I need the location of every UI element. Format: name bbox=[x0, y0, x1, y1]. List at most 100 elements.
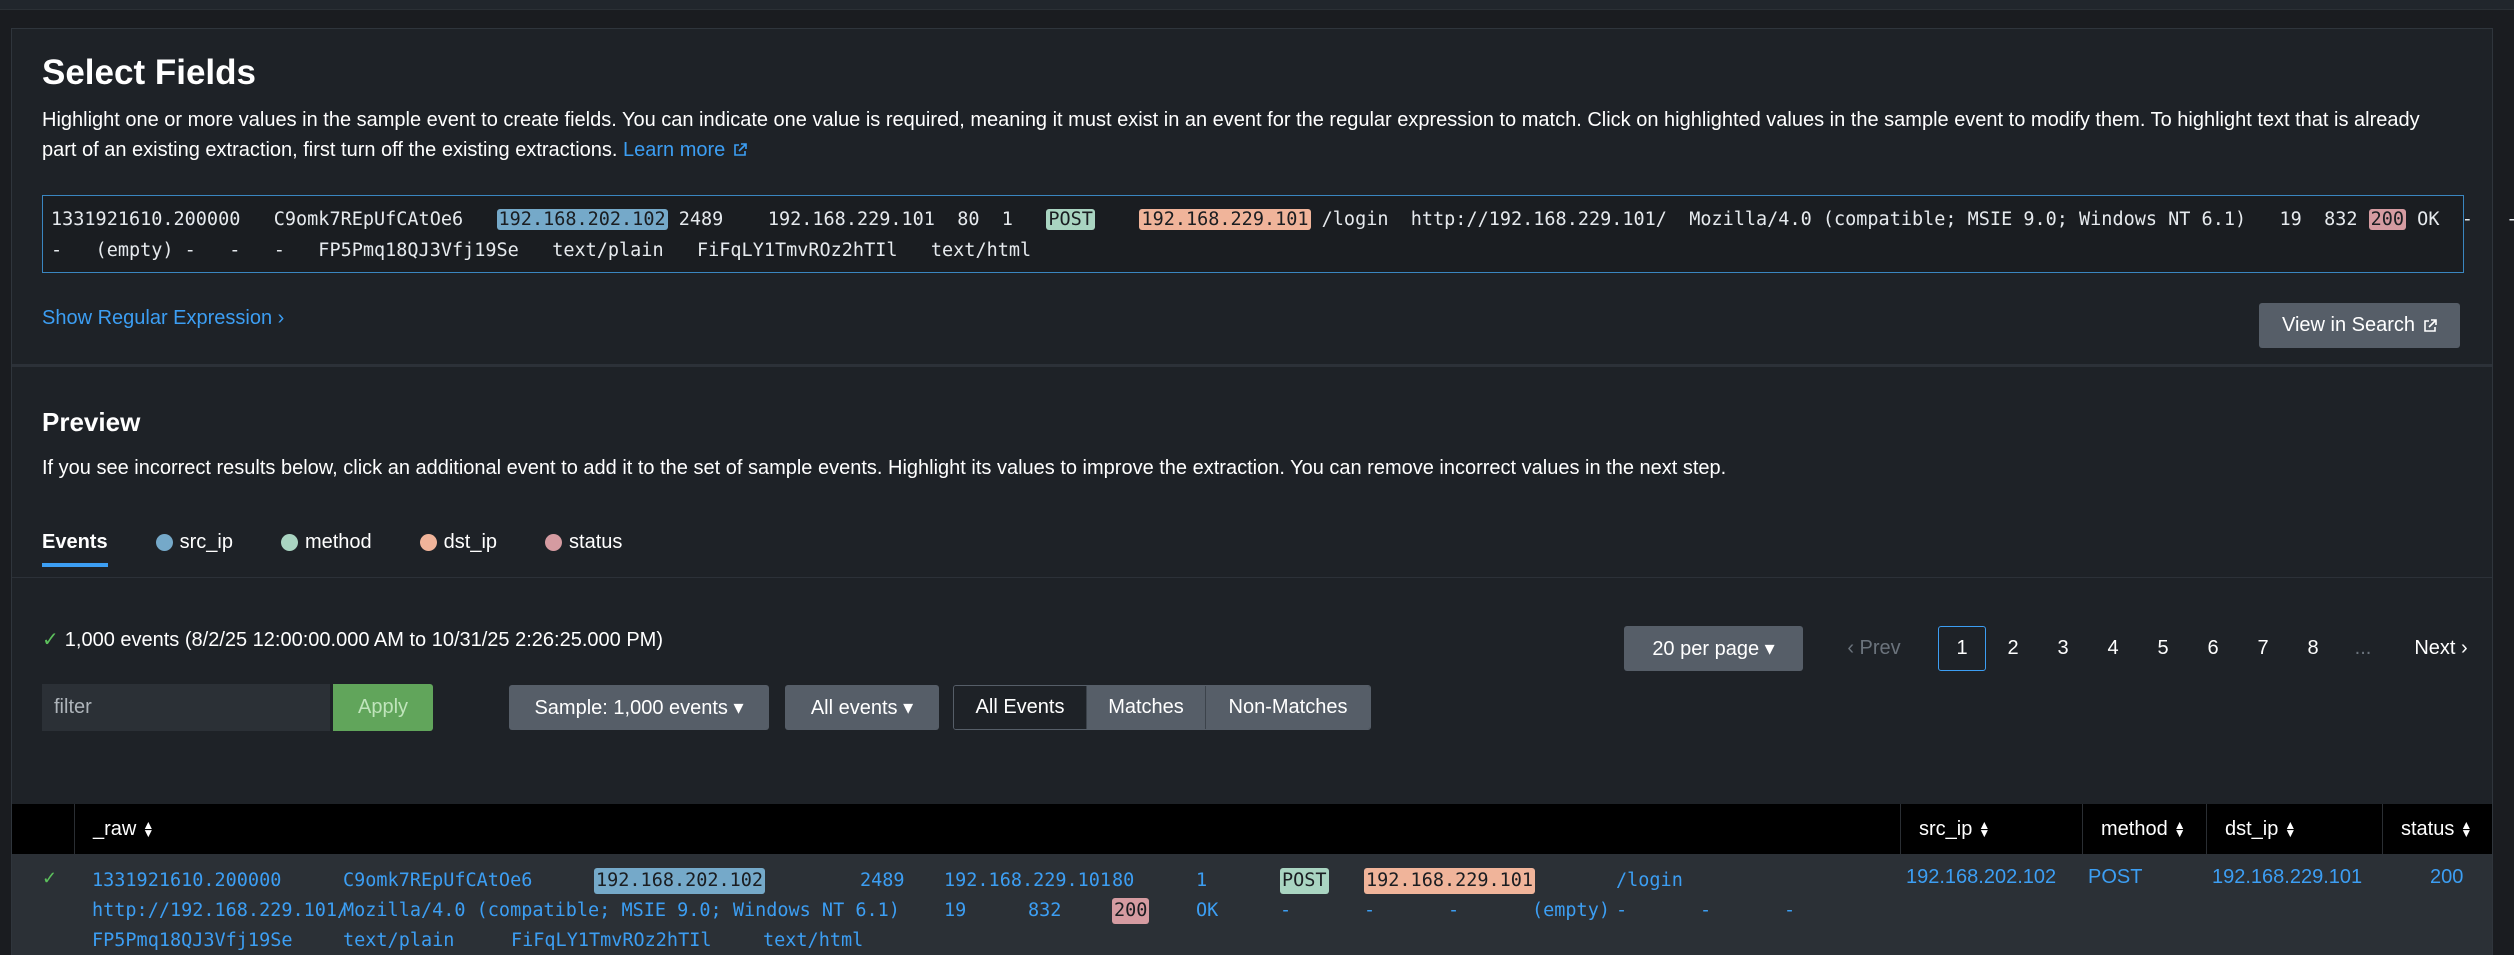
match-filter-segmented: All Events Matches Non-Matches bbox=[953, 685, 1371, 730]
show-regex-link[interactable]: Show Regular Expression › bbox=[42, 307, 284, 330]
tab-src-ip[interactable]: src_ip bbox=[155, 531, 233, 567]
events-count: ✓ 1,000 events (8/2/25 12:00:00.000 AM to… bbox=[42, 627, 663, 652]
next-page-button[interactable]: Next › bbox=[2396, 626, 2486, 671]
status-dot-icon bbox=[545, 534, 563, 551]
raw-token: FiFqLY1TmvROz2hTIl bbox=[511, 930, 712, 951]
top-bar bbox=[0, 0, 2514, 10]
raw-token: 1 bbox=[1196, 870, 1208, 891]
raw-token: 192.168.229.101 bbox=[944, 870, 1112, 891]
all-events-toggle[interactable]: All Events bbox=[954, 686, 1086, 729]
filter-input[interactable] bbox=[42, 684, 330, 731]
matches-toggle[interactable]: Matches bbox=[1086, 686, 1205, 729]
check-icon: ✓ bbox=[42, 629, 59, 651]
learn-more-link[interactable]: Learn more bbox=[623, 139, 748, 161]
raw-token: - bbox=[1280, 900, 1292, 921]
raw-token: C9omk7REpUfCAtOe6 bbox=[343, 870, 533, 891]
sort-icon: ▲ ▼ bbox=[2460, 818, 2473, 840]
page-4[interactable]: 4 bbox=[2088, 626, 2138, 671]
highlight-src-ip[interactable]: 192.168.202.102 bbox=[496, 209, 668, 230]
highlight-status[interactable]: 200 bbox=[1112, 898, 1150, 924]
table-header: _raw ▲ ▼ src_ip ▲ ▼ method ▲ ▼ dst_ip ▲ ▼ status… bbox=[12, 804, 2492, 854]
external-link-icon bbox=[2424, 318, 2437, 332]
cell-status[interactable]: 200 bbox=[2430, 866, 2463, 889]
raw-line-3: FP5Pmq18QJ3Vfj19Se text/plain FiFqLY1Tmv… bbox=[92, 926, 863, 955]
sort-icon: ▲ ▼ bbox=[1978, 818, 1991, 840]
raw-token: 80 bbox=[1112, 870, 1135, 891]
highlight-src-ip[interactable]: 192.168.202.102 bbox=[594, 868, 766, 894]
raw-token: - bbox=[1364, 900, 1376, 921]
raw-token: http://192.168.229.101/ bbox=[92, 900, 349, 921]
tab-method[interactable]: method bbox=[280, 531, 372, 567]
events-count-text: 1,000 events (8/2/25 12:00:00.000 AM to … bbox=[64, 629, 663, 651]
raw-token: - bbox=[1784, 900, 1796, 921]
non-matches-toggle[interactable]: Non-Matches bbox=[1205, 686, 1370, 729]
tab-label: status bbox=[569, 531, 623, 553]
select-fields-title: Select Fields bbox=[42, 53, 256, 92]
raw-token: (empty) bbox=[1532, 900, 1610, 921]
description-text: Highlight one or more values in the samp… bbox=[42, 109, 2420, 161]
raw-token: - bbox=[1448, 900, 1460, 921]
per-page-dropdown[interactable]: 20 per page ▾ bbox=[1624, 626, 1803, 671]
apply-button[interactable]: Apply bbox=[333, 684, 433, 731]
tab-dst-ip[interactable]: dst_ip bbox=[419, 531, 498, 567]
sample-dropdown[interactable]: Sample: 1,000 events ▾ bbox=[509, 685, 769, 730]
page-8[interactable]: 8 bbox=[2288, 626, 2338, 671]
tab-label: src_ip bbox=[179, 531, 233, 553]
all-events-dropdown[interactable]: All events ▾ bbox=[785, 685, 939, 730]
raw-token: Mozilla/4.0 (compatible; MSIE 9.0; Windo… bbox=[343, 900, 900, 921]
page-5[interactable]: 5 bbox=[2138, 626, 2188, 671]
header-src-ip[interactable]: src_ip ▲ ▼ bbox=[1901, 804, 2083, 854]
view-in-search-label: View in Search bbox=[2281, 314, 2416, 336]
column-label: dst_ip bbox=[2225, 817, 2279, 840]
page-3[interactable]: 3 bbox=[2038, 626, 2088, 671]
field-extractor-panel: Select Fields Highlight one or more valu… bbox=[11, 28, 2514, 955]
event-text: OK - - bbox=[2406, 209, 2514, 230]
header-check-column bbox=[12, 804, 75, 854]
tab-label: dst_ip bbox=[443, 531, 498, 553]
highlight-dst-ip[interactable]: 192.168.229.101 bbox=[1139, 209, 1311, 230]
page-2[interactable]: 2 bbox=[1988, 626, 2038, 671]
page-6[interactable]: 6 bbox=[2188, 626, 2238, 671]
sort-icon: ▲ ▼ bbox=[142, 818, 155, 840]
select-fields-description: Highlight one or more values in the samp… bbox=[42, 105, 2452, 165]
raw-token: 1331921610.200000 bbox=[92, 870, 282, 891]
external-link-icon bbox=[734, 143, 748, 156]
header-dst-ip[interactable]: dst_ip ▲ ▼ bbox=[2207, 804, 2383, 854]
event-text: 1331921610.200000 C9omk7REpUfCAtOe6 bbox=[51, 209, 497, 230]
sort-icon: ▲ ▼ bbox=[2284, 818, 2297, 840]
method-dot-icon bbox=[280, 534, 298, 551]
raw-token: - bbox=[1616, 900, 1628, 921]
cell-method[interactable]: POST bbox=[2088, 866, 2142, 889]
prev-page-button[interactable]: ‹ Prev bbox=[1824, 626, 1924, 671]
src-ip-dot-icon bbox=[155, 534, 173, 551]
highlight-method[interactable]: POST bbox=[1280, 868, 1329, 894]
raw-token: text/plain bbox=[343, 930, 455, 951]
tab-events[interactable]: Events bbox=[42, 531, 108, 567]
raw-token: 832 bbox=[1028, 900, 1062, 921]
page-1[interactable]: 1 bbox=[1938, 626, 1986, 671]
header-method[interactable]: method ▲ ▼ bbox=[2083, 804, 2207, 854]
raw-token: 2489 bbox=[860, 870, 905, 891]
header-raw[interactable]: _raw ▲ ▼ bbox=[75, 804, 1901, 854]
highlight-status[interactable]: 200 bbox=[2368, 209, 2407, 230]
row-check-icon: ✓ bbox=[42, 868, 58, 888]
raw-token: /login bbox=[1616, 870, 1683, 891]
learn-more-label: Learn more bbox=[623, 139, 726, 161]
event-text: /login http://192.168.229.101/ Mozilla/4… bbox=[1310, 209, 2369, 230]
highlight-method[interactable]: POST bbox=[1046, 209, 1095, 230]
raw-line-1: 1331921610.200000 C9omk7REpUfCAtOe6 192.… bbox=[92, 866, 1683, 896]
section-divider bbox=[12, 364, 2492, 367]
highlight-dst-ip[interactable]: 192.168.229.101 bbox=[1364, 868, 1536, 894]
column-label: _raw bbox=[93, 817, 137, 840]
table-row[interactable]: ✓ 1331921610.200000 C9omk7REpUfCAtOe6 19… bbox=[12, 854, 2492, 955]
raw-token: text/html bbox=[763, 930, 864, 951]
view-in-search-button[interactable]: View in Search bbox=[2259, 303, 2460, 348]
header-status[interactable]: status ▲ ▼ bbox=[2383, 804, 2492, 854]
tab-label: method bbox=[304, 531, 372, 553]
sample-event[interactable]: 1331921610.200000 C9omk7REpUfCAtOe6 192.… bbox=[42, 195, 2514, 273]
cell-src-ip[interactable]: 192.168.202.102 bbox=[1906, 866, 2056, 889]
page-7[interactable]: 7 bbox=[2238, 626, 2288, 671]
raw-token: OK bbox=[1196, 900, 1219, 921]
tab-status[interactable]: status bbox=[545, 531, 622, 567]
cell-dst-ip[interactable]: 192.168.229.101 bbox=[2212, 866, 2362, 889]
